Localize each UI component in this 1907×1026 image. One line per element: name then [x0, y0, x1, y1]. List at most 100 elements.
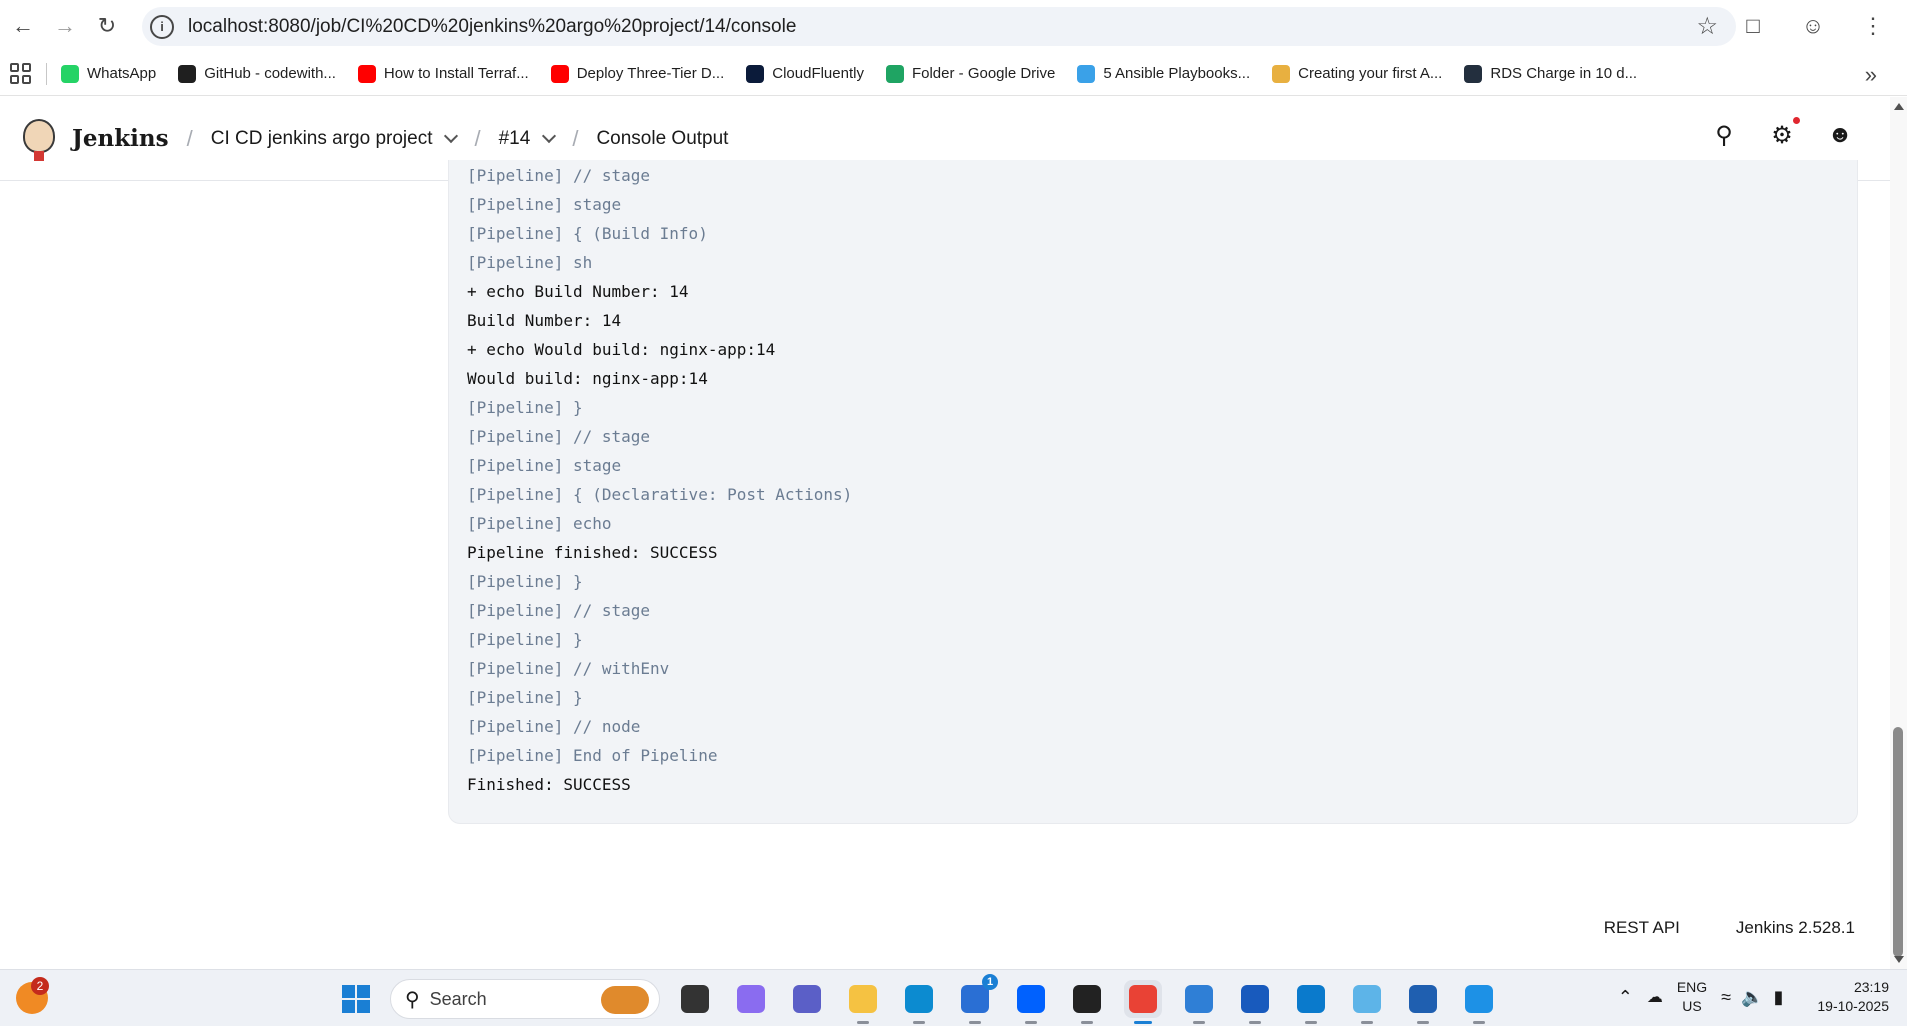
- bookmark-favicon-icon: [1464, 64, 1483, 83]
- bookmark-favicon-icon: [357, 64, 376, 83]
- bookmark-label: How to Install Terraf...: [383, 65, 529, 82]
- show-hidden-icons-icon[interactable]: ⌃: [1618, 987, 1633, 1008]
- chevron-down-icon[interactable]: [542, 128, 557, 143]
- bookmark-label: Deploy Three-Tier D...: [576, 65, 725, 82]
- extensions-icon[interactable]: □: [1735, 8, 1771, 44]
- console-pipeline-line: [Pipeline] }: [467, 398, 583, 417]
- running-indicator: [913, 1021, 925, 1024]
- jenkins-version-link[interactable]: Jenkins 2.528.1: [1736, 918, 1855, 938]
- bookmark-item[interactable]: RDS Charge in 10 d...: [1464, 64, 1637, 83]
- running-indicator: [1361, 1021, 1373, 1024]
- bookmark-item[interactable]: Deploy Three-Tier D...: [550, 64, 725, 83]
- git-taskbar-icon[interactable]: [1348, 980, 1386, 1024]
- bookmark-label: WhatsApp: [87, 65, 157, 82]
- bookmark-item[interactable]: Folder - Google Drive: [885, 64, 1056, 83]
- running-indicator: [1193, 1021, 1205, 1024]
- scrollbar-thumb[interactable]: [1893, 727, 1903, 957]
- file-explorer-dark-taskbar-icon[interactable]: [676, 980, 714, 1018]
- file-explorer-taskbar-icon[interactable]: [844, 980, 882, 1024]
- powershell-taskbar-icon[interactable]: [1404, 980, 1442, 1024]
- bookmark-item[interactable]: WhatsApp: [61, 64, 157, 83]
- powershell-icon: [1409, 985, 1437, 1013]
- breadcrumb-build[interactable]: #14: [499, 128, 557, 150]
- vscode-taskbar-icon[interactable]: [1292, 980, 1330, 1024]
- notification-dot: [1793, 117, 1800, 124]
- running-indicator: [1025, 1021, 1037, 1024]
- browser-toolbar: ← → ↻ i localhost:8080/job/CI%20CD%20jen…: [0, 0, 1907, 52]
- address-url[interactable]: localhost:8080/job/CI%20CD%20jenkins%20a…: [188, 16, 796, 38]
- running-indicator: [1249, 1021, 1261, 1024]
- breadcrumb-job[interactable]: CI CD jenkins argo project: [211, 128, 459, 150]
- edge-taskbar-icon[interactable]: [900, 980, 938, 1024]
- system-status[interactable]: ≈ 🔈 ▮: [1721, 987, 1783, 1008]
- console-pipeline-line: [Pipeline] // stage: [467, 427, 651, 446]
- jenkins-title[interactable]: Jenkins: [72, 125, 169, 152]
- breadcrumb-job-label[interactable]: CI CD jenkins argo project: [211, 128, 433, 150]
- start-menu-icon[interactable]: [342, 985, 370, 1013]
- search-icon: ⚲: [405, 988, 420, 1011]
- dropbox-taskbar-icon[interactable]: [1012, 980, 1050, 1024]
- breadcrumb-console-output: Console Output: [596, 127, 729, 149]
- breadcrumb-separator: /: [474, 125, 481, 151]
- scroll-up-arrow-icon[interactable]: [1894, 103, 1904, 110]
- bookmark-item[interactable]: Creating your first A...: [1272, 64, 1442, 83]
- chrome-taskbar-icon[interactable]: [1124, 980, 1162, 1024]
- clock[interactable]: 23:19 19-10-2025: [1817, 978, 1889, 1016]
- taskbar-search[interactable]: ⚲ Search: [390, 979, 660, 1019]
- docker-taskbar-icon[interactable]: [1460, 980, 1498, 1024]
- language-indicator[interactable]: ENG US: [1677, 978, 1707, 1016]
- profile-icon[interactable]: ☺: [1795, 8, 1831, 44]
- page-scrollbar[interactable]: [1890, 97, 1907, 969]
- menu-dots-icon[interactable]: ⋮: [1855, 8, 1891, 44]
- apps-grid-icon[interactable]: [6, 60, 34, 88]
- word-taskbar-icon[interactable]: [1236, 980, 1274, 1024]
- notepad-taskbar-icon[interactable]: [1180, 980, 1218, 1024]
- more-bookmarks-icon[interactable]: »: [1865, 62, 1877, 88]
- address-bar[interactable]: i localhost:8080/job/CI%20CD%20jenkins%2…: [142, 7, 1736, 46]
- search-highlight-icon: [601, 986, 649, 1014]
- running-indicator: [1134, 1021, 1152, 1024]
- amazon-icon: [1073, 985, 1101, 1013]
- bookmark-item[interactable]: GitHub - codewith...: [178, 64, 336, 83]
- bookmark-item[interactable]: 5 Ansible Playbooks...: [1077, 64, 1251, 83]
- bookmark-label: Folder - Google Drive: [911, 65, 1056, 82]
- console-output-line: Would build: nginx-app:14: [467, 369, 708, 388]
- bookmarks-divider: [46, 62, 47, 85]
- amazon-taskbar-icon[interactable]: [1068, 980, 1106, 1024]
- breadcrumb-build-label[interactable]: #14: [499, 128, 531, 150]
- console-pipeline-line: [Pipeline] // withEnv: [467, 659, 670, 678]
- file-explorer-dark-icon: [681, 985, 709, 1013]
- language-code: ENG: [1676, 979, 1708, 995]
- console-pipeline-line: [Pipeline] { (Build Info): [467, 224, 708, 243]
- console-pipeline-line: [Pipeline] // stage: [467, 601, 651, 620]
- rest-api-link[interactable]: REST API: [1604, 918, 1680, 938]
- scroll-down-arrow-icon[interactable]: [1894, 956, 1904, 963]
- copilot-icon: [737, 985, 765, 1013]
- jenkins-logo-icon[interactable]: [20, 117, 58, 161]
- taskbar-search-label[interactable]: Search: [430, 989, 487, 1010]
- file-explorer-icon: [849, 985, 877, 1013]
- onedrive-icon[interactable]: ☁: [1647, 987, 1663, 1007]
- clock-time: 23:19: [1853, 979, 1889, 995]
- bookmark-item[interactable]: CloudFluently: [746, 64, 864, 83]
- back-arrow-icon[interactable]: ←: [4, 7, 42, 45]
- site-info-icon[interactable]: i: [150, 14, 174, 39]
- console-pipeline-line: [Pipeline] }: [467, 572, 583, 591]
- gear-icon[interactable]: ⚙: [1768, 117, 1800, 149]
- bookmark-item[interactable]: How to Install Terraf...: [357, 64, 529, 83]
- teams-taskbar-icon[interactable]: [788, 980, 826, 1018]
- bookmark-label: 5 Ansible Playbooks...: [1103, 65, 1251, 82]
- store-taskbar-icon[interactable]: 1: [956, 974, 998, 1024]
- bookmark-star-icon[interactable]: ☆: [1696, 12, 1718, 41]
- forward-arrow-icon[interactable]: →: [46, 7, 84, 45]
- copilot-taskbar-icon[interactable]: [732, 980, 770, 1018]
- vscode-icon: [1297, 985, 1325, 1013]
- console-output-line: + echo Would build: nginx-app:14: [467, 340, 776, 359]
- search-icon[interactable]: ⚲: [1710, 121, 1738, 149]
- user-icon[interactable]: ☻: [1826, 121, 1854, 149]
- chevron-down-icon[interactable]: [444, 128, 459, 143]
- bookmark-favicon-icon: [550, 64, 569, 83]
- region-code: US: [1682, 998, 1702, 1014]
- bookmark-label: CloudFluently: [772, 65, 864, 82]
- reload-icon[interactable]: ↻: [88, 7, 126, 45]
